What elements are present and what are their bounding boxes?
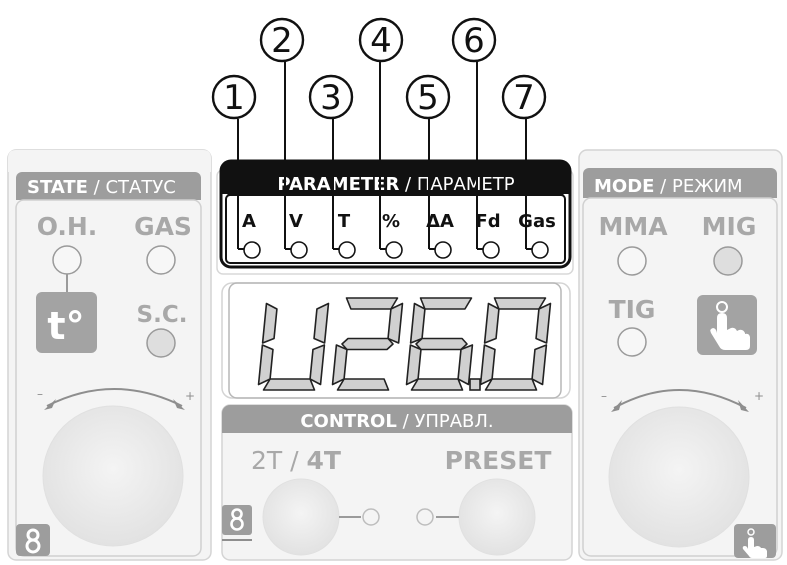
callout-number: 2	[271, 21, 293, 61]
tig-led	[617, 327, 647, 357]
parameter-led	[531, 241, 549, 259]
display-decimal-point	[469, 378, 481, 391]
parameter-led	[290, 241, 308, 259]
state-panel: STATE / СТАТУС O.H. GAS t° S.C. – +	[7, 149, 212, 561]
callout-number: 3	[320, 78, 342, 118]
mode-knob-minus: –	[601, 389, 607, 403]
preset-label: PRESET	[445, 446, 552, 475]
mode-knob-plus: +	[754, 389, 764, 403]
mode-panel-title: MODE / РЕЖИМ	[594, 176, 743, 197]
control-panel-title: CONTROL / УПРАВЛ.	[300, 411, 493, 432]
2t-4t-button[interactable]	[262, 478, 340, 556]
mig-led	[713, 246, 743, 276]
parameter-label: Gas	[518, 211, 556, 232]
2t-4t-led	[362, 508, 380, 526]
mma-led	[617, 246, 647, 276]
gas-label: GAS	[134, 212, 192, 241]
sc-led	[146, 328, 176, 358]
svg-text:t°: t°	[47, 304, 84, 348]
preset-led	[416, 508, 434, 526]
state-knob-minus: –	[37, 387, 43, 401]
mma-label: MMA	[598, 212, 668, 241]
oh-led	[52, 245, 82, 275]
parameter-label: A	[242, 211, 256, 232]
parameter-led	[338, 241, 356, 259]
parameter-panel-title: PARAMETER / ПАРАМЕТР	[277, 174, 514, 195]
parameter-label: ΔA	[426, 211, 454, 232]
digital-display	[221, 282, 571, 399]
parameter-label: T	[338, 211, 351, 232]
parameter-label: %	[382, 211, 400, 232]
mode-knob[interactable]	[608, 406, 750, 548]
sc-label: S.C.	[137, 302, 188, 328]
mig-label: MIG	[702, 212, 757, 241]
gas-led	[146, 245, 176, 275]
state-panel-title: STATE / СТАТУС	[27, 177, 176, 198]
state-knob[interactable]	[42, 405, 184, 547]
callout-number: 1	[223, 78, 245, 118]
parameter-led	[434, 241, 452, 259]
parameter-led	[385, 241, 403, 259]
parameter-led	[482, 241, 500, 259]
parameter-label: Fd	[475, 211, 500, 232]
callout-number: 5	[417, 78, 439, 118]
mode-panel: MODE / РЕЖИМ MMA MIG TIG – +	[578, 149, 783, 561]
callout-number: 6	[463, 21, 485, 61]
mode-2t-4t-label: 2T / 4T	[251, 446, 341, 475]
parameter-led	[243, 241, 261, 259]
control-panel: CONTROL / УПРАВЛ. 2T / 4T PRESET	[221, 404, 573, 561]
parameter-label: V	[289, 211, 303, 232]
preset-button[interactable]	[458, 478, 536, 556]
callout-number: 7	[513, 78, 535, 118]
oh-label: O.H.	[37, 212, 98, 241]
control-panel-diagram: STATE / СТАТУС O.H. GAS t° S.C. – + PARA…	[7, 17, 783, 561]
tig-label: TIG	[609, 295, 656, 324]
state-knob-plus: +	[185, 389, 195, 403]
callout-number: 4	[370, 21, 392, 61]
parameter-panel: PARAMETER / ПАРАМЕТР A V T% ΔA Fd Gas	[216, 159, 574, 275]
